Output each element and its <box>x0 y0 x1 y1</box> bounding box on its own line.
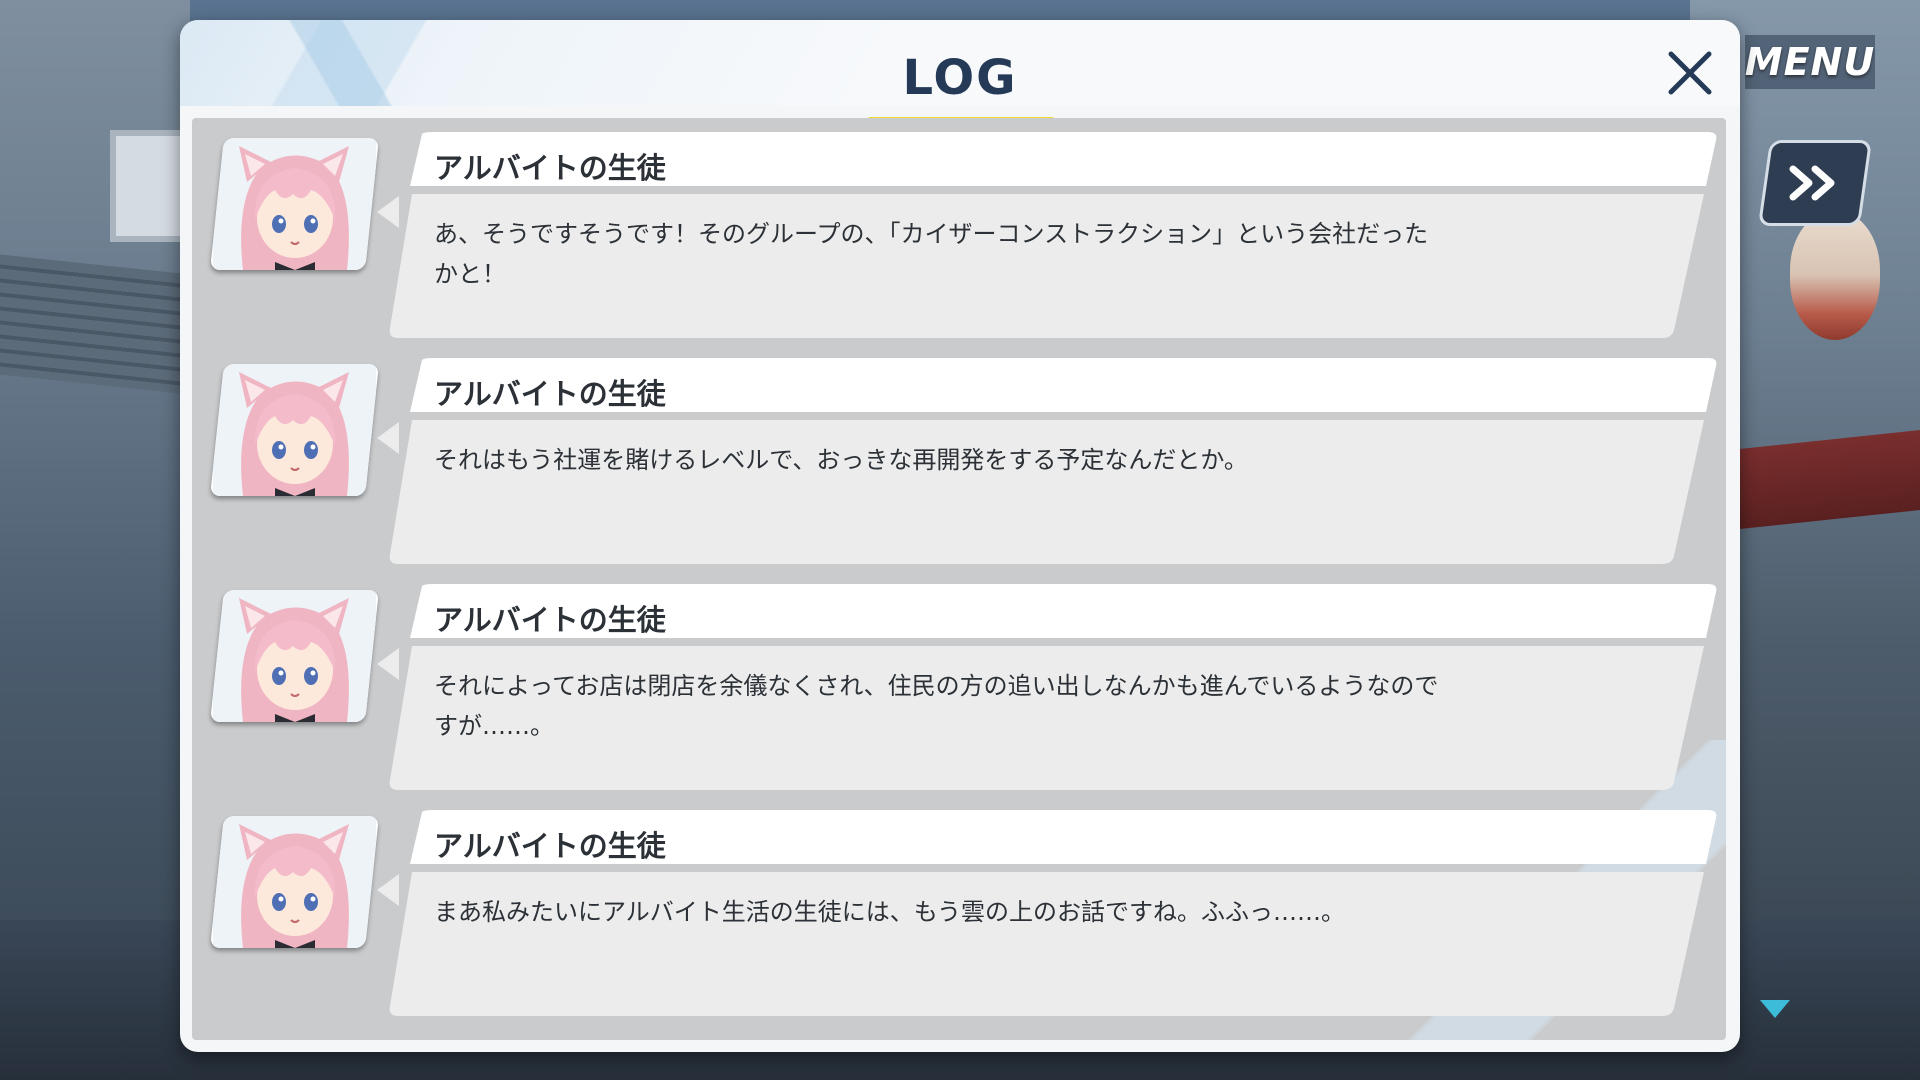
avatar-card <box>210 816 379 948</box>
close-button[interactable] <box>1655 38 1725 108</box>
log-entry: アルバイトの生徒 あ、そうですそうです！そのグループの、「カイザーコンストラクシ… <box>192 118 1726 338</box>
log-list[interactable]: アルバイトの生徒 あ、そうですそうです！そのグループの、「カイザーコンストラクシ… <box>192 118 1726 1040</box>
character-portrait <box>213 590 376 722</box>
character-portrait <box>213 138 376 270</box>
speaker-name: アルバイトの生徒 <box>434 151 666 185</box>
dialogue-text: まあ私みたいにアルバイト生活の生徒には、もう雲の上のお話ですね。ふふっ……。 <box>434 898 1346 926</box>
dialogue-text: あ、そうですそうです！そのグループの、「カイザーコンストラクション」という会社だ… <box>434 220 1429 288</box>
dialogue-text: それによってお店は閉店を余儀なくされ、住民の方の追い出しなんかも進んでいるような… <box>434 672 1439 740</box>
speaker-name: アルバイトの生徒 <box>434 829 666 863</box>
avatar <box>210 590 379 722</box>
menu-button[interactable]: MENU <box>1745 35 1875 89</box>
avatar-card <box>210 590 379 722</box>
background-lantern <box>1790 210 1880 340</box>
log-entry: アルバイトの生徒 それはもう社運を賭けるレベルで、おっきな再開発をする予定なんだ… <box>192 344 1726 564</box>
log-title: LOG <box>902 50 1018 106</box>
log-entry: アルバイトの生徒 まあ私みたいにアルバイト生活の生徒には、もう雲の上のお話ですね… <box>192 796 1726 1016</box>
speech-bubble: アルバイトの生徒 それはもう社運を賭けるレベルで、おっきな再開発をする予定なんだ… <box>388 358 1718 564</box>
avatar <box>210 364 379 496</box>
scroll-down-arrow-icon[interactable] <box>1760 1000 1790 1018</box>
log-entry: アルバイトの生徒 それによってお店は閉店を余儀なくされ、住民の方の追い出しなんか… <box>192 570 1726 790</box>
close-icon <box>1668 51 1712 95</box>
character-portrait <box>213 364 376 496</box>
background-roof-left <box>0 254 200 396</box>
dialogue-text: それはもう社運を賭けるレベルで、おっきな再開発をする予定なんだとか。 <box>434 446 1248 474</box>
character-portrait <box>213 816 376 948</box>
speaker-name: アルバイトの生徒 <box>434 377 666 411</box>
speech-bubble: アルバイトの生徒 まあ私みたいにアルバイト生活の生徒には、もう雲の上のお話ですね… <box>388 810 1718 1016</box>
avatar-card <box>210 364 379 496</box>
log-header: LOG <box>180 20 1740 124</box>
avatar-card <box>210 138 379 270</box>
speaker-name: アルバイトの生徒 <box>434 603 666 637</box>
fast-forward-button[interactable] <box>1757 140 1873 226</box>
avatar <box>210 138 379 270</box>
speech-bubble: アルバイトの生徒 あ、そうですそうです！そのグループの、「カイザーコンストラクシ… <box>388 132 1718 338</box>
speech-bubble: アルバイトの生徒 それによってお店は閉店を余儀なくされ、住民の方の追い出しなんか… <box>388 584 1718 790</box>
fast-forward-icon <box>1789 165 1835 201</box>
log-panel: LOG アルバイトの生徒 あ、そうですそうです！そのグループの、「カイザーコンス… <box>180 20 1740 1052</box>
avatar <box>210 816 379 948</box>
menu-button-label: MENU <box>1744 40 1876 84</box>
